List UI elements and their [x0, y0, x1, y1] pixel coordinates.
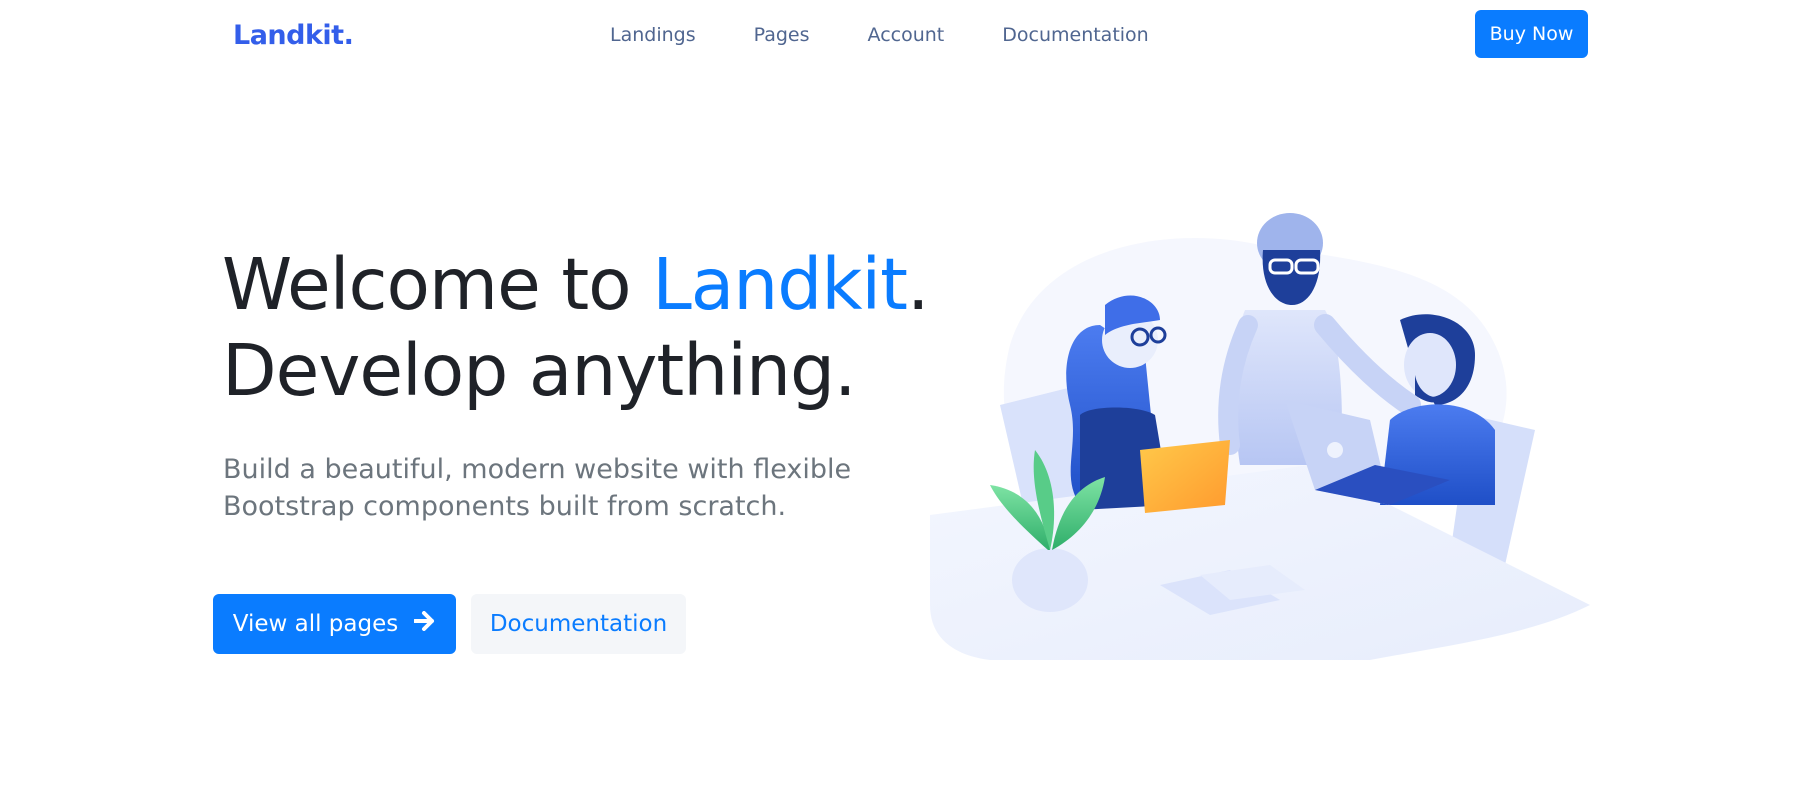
navbar: Landkit. Landings Pages Account Document… [0, 0, 1795, 72]
documentation-button[interactable]: Documentation [471, 594, 686, 654]
hero-title-line2: Develop anything. [222, 329, 857, 412]
view-all-pages-button[interactable]: View all pages [213, 594, 456, 654]
brand-logo[interactable]: Landkit. [233, 20, 354, 51]
hero-title-suffix: . [907, 243, 930, 326]
view-all-pages-label: View all pages [232, 611, 399, 637]
hero-title: Welcome to Landkit. Develop anything. [222, 242, 930, 414]
nav-link-landings[interactable]: Landings [610, 22, 696, 48]
nav-links: Landings Pages Account Documentation [610, 22, 1207, 48]
nav-link-documentation[interactable]: Documentation [1002, 22, 1148, 48]
buy-now-button[interactable]: Buy Now [1475, 10, 1588, 58]
team-collaboration-illustration [930, 213, 1590, 660]
hero-lead: Build a beautiful, modern website with f… [223, 454, 852, 522]
arrow-right-icon [413, 611, 436, 637]
hero-title-prefix: Welcome to [222, 243, 653, 326]
nav-link-account[interactable]: Account [868, 22, 945, 48]
nav-link-pages[interactable]: Pages [754, 22, 810, 48]
hero-title-accent: Landkit [652, 243, 908, 326]
